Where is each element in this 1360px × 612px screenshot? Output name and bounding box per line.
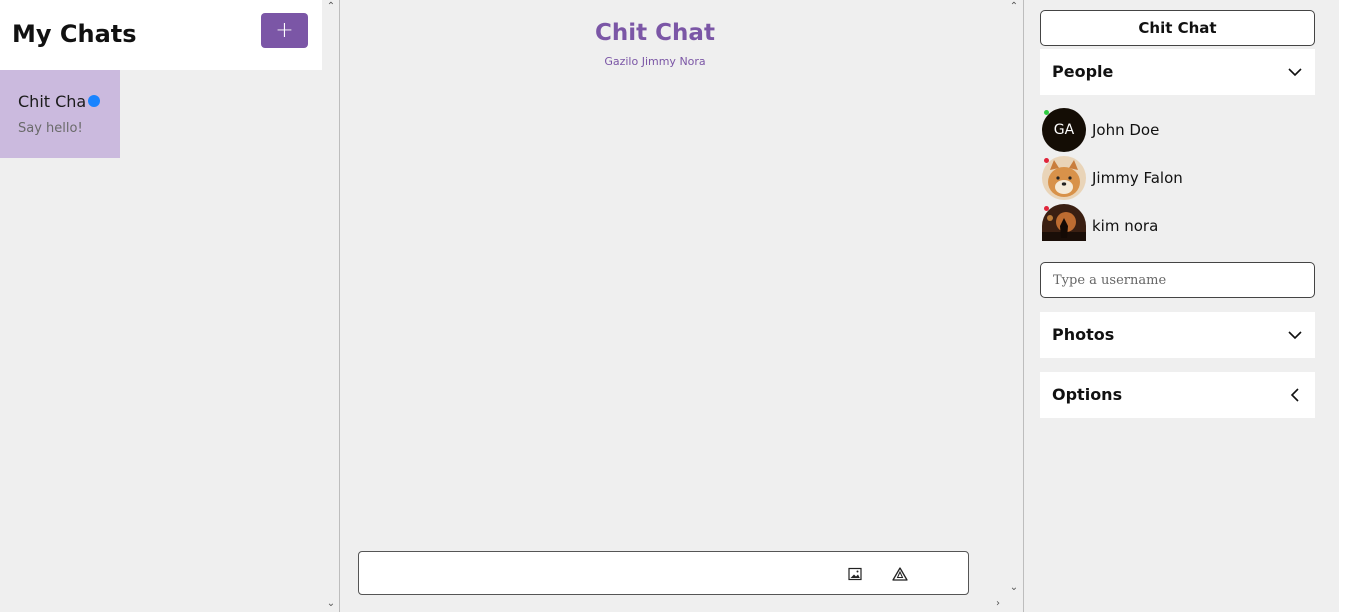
message-composer — [358, 551, 969, 595]
chat-list-title: My Chats — [12, 20, 137, 48]
chat-feed: Chit Chat Gazilo Jimmy Nora ⌃ ⌄ › — [341, 0, 1023, 612]
chat-list-header: My Chats + — [0, 0, 322, 70]
chevron-down-icon — [1288, 331, 1302, 340]
chat-settings-title: Chit Chat — [1040, 10, 1315, 46]
send-icon[interactable] — [892, 567, 908, 581]
new-chat-button[interactable]: + — [261, 13, 308, 48]
chat-feed-title: Chit Chat — [595, 20, 715, 46]
offline-status-icon — [1044, 158, 1049, 163]
people-label: People — [1052, 62, 1114, 81]
username-input[interactable] — [1040, 262, 1315, 298]
scroll-down-icon[interactable]: ⌄ — [326, 599, 336, 609]
image-upload-icon[interactable] — [848, 567, 862, 581]
chat-feed-members: Gazilo Jimmy Nora — [604, 55, 706, 68]
avatar: GA — [1042, 108, 1086, 152]
photos-section-header[interactable]: Photos — [1040, 312, 1315, 358]
person-row[interactable]: kim nora — [1042, 204, 1302, 248]
scroll-right-icon[interactable]: › — [993, 599, 1003, 609]
person-name: John Doe — [1092, 121, 1160, 139]
person-row[interactable]: GA John Doe — [1042, 108, 1302, 152]
unread-dot-icon — [88, 95, 100, 107]
scroll-up-icon[interactable]: ⌃ — [326, 2, 336, 12]
person-name: kim nora — [1092, 217, 1159, 235]
window-edge — [1339, 0, 1360, 612]
avatar — [1042, 156, 1086, 200]
offline-status-icon — [1044, 206, 1049, 211]
scroll-up-icon[interactable]: ⌃ — [1009, 2, 1019, 12]
message-input[interactable] — [365, 558, 835, 588]
chat-card-preview: Say hello! — [18, 121, 83, 136]
chevron-left-icon — [1290, 388, 1299, 402]
scroll-down-icon[interactable]: ⌄ — [1009, 583, 1019, 593]
chat-settings-panel: Chit Chat People GA John Doe Jimmy Falon… — [1023, 0, 1339, 612]
chat-card[interactable]: Chit Cha Say hello! — [0, 70, 120, 158]
chevron-down-icon — [1288, 68, 1302, 77]
people-section-header[interactable]: People — [1040, 49, 1315, 95]
online-status-icon — [1044, 110, 1049, 115]
photos-label: Photos — [1052, 325, 1115, 344]
app: My Chats + Chit Cha Say hello! ⌃ ⌄ Chit … — [0, 0, 1360, 612]
person-name: Jimmy Falon — [1092, 169, 1183, 187]
options-label: Options — [1052, 385, 1123, 404]
chat-list-panel: My Chats + Chit Cha Say hello! ⌃ ⌄ — [0, 0, 340, 612]
person-row[interactable]: Jimmy Falon — [1042, 156, 1302, 200]
options-section-header[interactable]: Options — [1040, 372, 1315, 418]
chat-card-title: Chit Cha — [18, 92, 87, 111]
